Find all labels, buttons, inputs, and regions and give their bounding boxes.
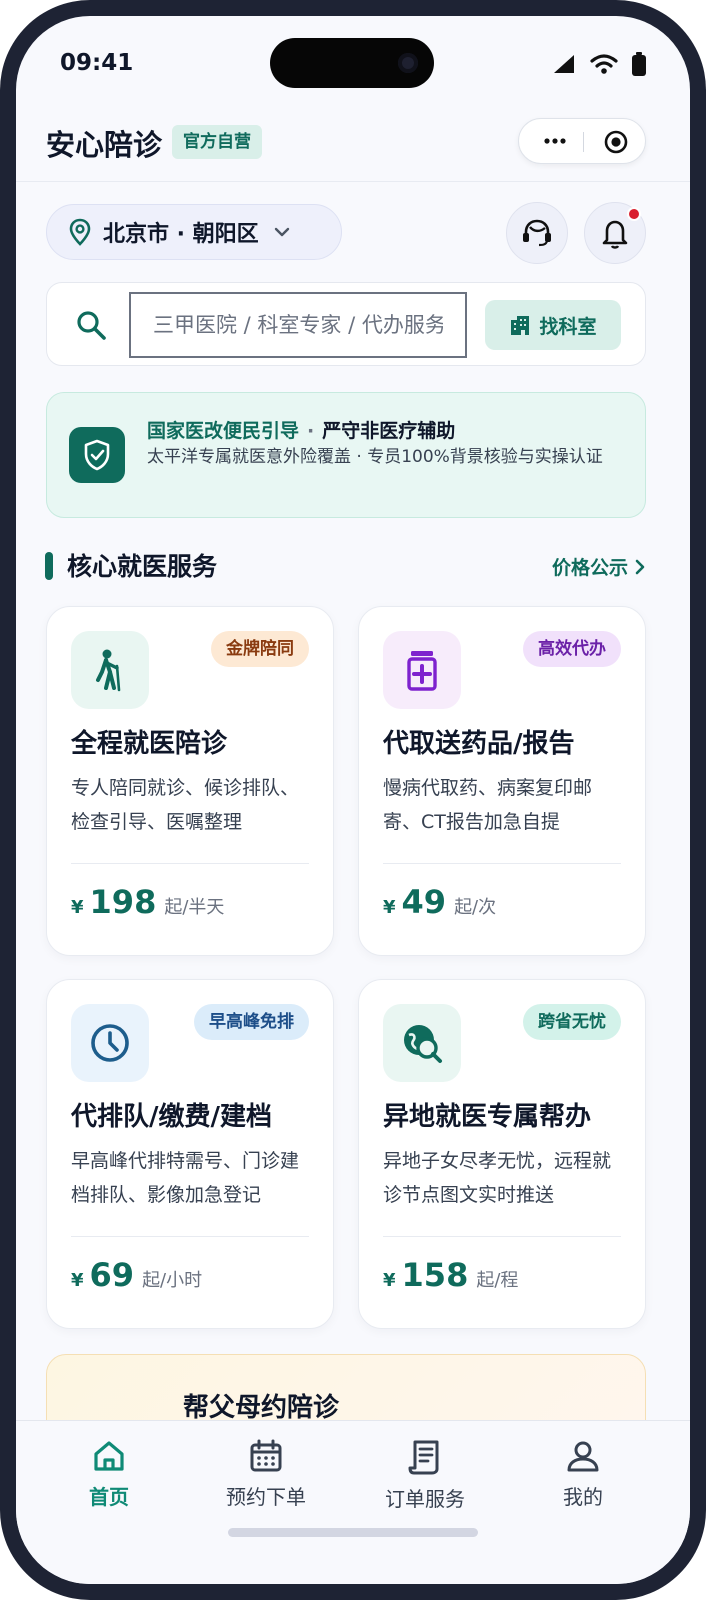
camera-icon: [398, 53, 418, 73]
service-card-queue[interactable]: 早高峰免排 代排队/缴费/建档 早高峰代排特需号、门诊建档排队、影像加急登记 ¥…: [46, 979, 334, 1329]
medicine-bottle-icon: [383, 631, 461, 709]
search-bar: 找科室: [46, 282, 646, 366]
banner-title: 帮父母约陪诊: [183, 1393, 340, 1423]
service-title: 全程就医陪诊: [71, 729, 228, 759]
customer-service-button[interactable]: [506, 202, 568, 264]
phone-frame: 09:41 安心陪诊 官方自营 北京市 · 朝阳区 找科室: [0, 0, 706, 1600]
notice-title: 国家医改便民引导 · 严守非医疗辅助: [147, 416, 455, 443]
calendar-icon: [250, 1439, 282, 1472]
tab-home[interactable]: 首页: [49, 1439, 169, 1510]
trust-notice: 国家医改便民引导 · 严守非医疗辅助 太平洋专属就医意外险覆盖 · 专员100%背景…: [46, 392, 646, 518]
status-icons: [552, 52, 646, 76]
price-unit: 起/半天: [164, 897, 225, 918]
close-mini-program-icon[interactable]: [603, 129, 629, 155]
section-accent-bar: [45, 552, 53, 580]
chevron-right-icon: [635, 559, 645, 574]
notice-title-dark: 严守非医疗辅助: [322, 420, 456, 442]
walking-person-icon: [71, 631, 149, 709]
more-icon[interactable]: [537, 129, 573, 153]
app-header: 安心陪诊 官方自营: [16, 104, 690, 182]
price-amount: 69: [89, 1256, 135, 1294]
price-unit: 起/次: [454, 897, 497, 918]
price-amount: 49: [401, 883, 447, 921]
currency-symbol: ¥: [71, 897, 84, 918]
status-time: 09:41: [60, 50, 134, 76]
notification-dot: [627, 207, 641, 221]
tab-label: 订单服务: [385, 1487, 465, 1511]
receipt-icon: [408, 1440, 439, 1475]
service-tag: 金牌陪同: [211, 631, 309, 667]
location-pin-icon: [69, 218, 91, 246]
service-card-remote[interactable]: 跨省无忧 异地就医专属帮办 异地子女尽孝无忧，远程就诊节点图文实时推送 ¥158…: [358, 979, 646, 1329]
app-screen: 09:41 安心陪诊 官方自营 北京市 · 朝阳区 找科室: [16, 16, 690, 1584]
currency-symbol: ¥: [383, 1270, 396, 1291]
currency-symbol: ¥: [383, 897, 396, 918]
bell-icon: [602, 220, 628, 249]
price-amount: 198: [89, 883, 157, 921]
service-title: 代取送药品/报告: [383, 729, 575, 759]
price-unit: 起/程: [476, 1270, 519, 1291]
service-card-escort[interactable]: 金牌陪同 全程就医陪诊 专人陪同就诊、候诊排队、检查引导、医嘱整理 ¥198 起/…: [46, 606, 334, 956]
service-price: ¥49 起/次: [383, 883, 496, 921]
tab-orders[interactable]: 订单服务: [365, 1439, 485, 1512]
chevron-down-icon: [274, 227, 289, 237]
card-divider: [71, 863, 309, 864]
official-badge: 官方自营: [172, 125, 262, 159]
card-divider: [383, 1236, 621, 1237]
dynamic-island: [270, 38, 434, 88]
price-amount: 158: [401, 1256, 469, 1294]
notice-separator: ·: [307, 420, 315, 442]
service-tag: 高效代办: [523, 631, 621, 667]
service-description: 早高峰代排特需号、门诊建档排队、影像加急登记: [71, 1150, 300, 1206]
service-price: ¥158 起/程: [383, 1256, 518, 1294]
app-title: 安心陪诊: [46, 128, 163, 162]
location-text: 北京市 · 朝阳区: [103, 222, 259, 247]
service-price: ¥69 起/小时: [71, 1256, 202, 1294]
home-icon: [94, 1441, 124, 1471]
find-department-label: 找科室: [539, 315, 597, 338]
bottom-tab-bar: 首页 预约下单 订单服务 我的: [16, 1420, 690, 1584]
section-title: 核心就医服务: [67, 552, 218, 581]
mini-program-capsule: [518, 118, 646, 164]
price-unit: 起/小时: [142, 1270, 203, 1291]
service-title: 异地就医专属帮办: [383, 1102, 592, 1132]
search-icon: [77, 311, 106, 340]
capsule-divider: [583, 132, 584, 152]
tab-label: 首页: [89, 1485, 129, 1509]
home-indicator: [228, 1528, 478, 1537]
price-disclosure-label: 价格公示: [551, 557, 628, 579]
card-divider: [383, 863, 621, 864]
service-price: ¥198 起/半天: [71, 883, 224, 921]
service-title: 代排队/缴费/建档: [71, 1102, 272, 1132]
clock-icon: [71, 1004, 149, 1082]
tab-profile[interactable]: 我的: [523, 1439, 643, 1510]
battery-icon: [632, 52, 646, 76]
globe-search-icon: [383, 1004, 461, 1082]
service-tag: 跨省无忧: [523, 1004, 621, 1040]
card-divider: [71, 1236, 309, 1237]
headset-icon: [523, 219, 551, 247]
shield-check-icon: [69, 427, 125, 483]
notice-title-green: 国家医改便民引导: [147, 420, 300, 442]
service-card-medicine-pickup[interactable]: 高效代办 代取送药品/报告 慢病代取药、病案复印邮寄、CT报告加急自提 ¥49 起…: [358, 606, 646, 956]
tab-label: 预约下单: [226, 1485, 306, 1509]
wifi-icon: [590, 54, 618, 74]
user-icon: [567, 1441, 599, 1472]
location-selector[interactable]: 北京市 · 朝阳区: [46, 204, 342, 260]
currency-symbol: ¥: [71, 1270, 84, 1291]
tab-booking[interactable]: 预约下单: [206, 1439, 326, 1510]
service-description: 慢病代取药、病案复印邮寄、CT报告加急自提: [383, 777, 593, 833]
price-disclosure-link[interactable]: 价格公示: [552, 553, 646, 580]
building-icon: [511, 316, 530, 335]
service-description: 异地子女尽孝无忧，远程就诊节点图文实时推送: [383, 1150, 612, 1206]
signal-icon: [554, 55, 574, 73]
notification-button[interactable]: [584, 202, 646, 264]
notice-description: 太平洋专属就医意外险覆盖 · 专员100%背景核验与实操认证: [147, 447, 603, 467]
service-tag: 早高峰免排: [194, 1004, 309, 1040]
tab-label: 我的: [563, 1485, 603, 1509]
search-input[interactable]: [129, 292, 467, 358]
service-description: 专人陪同就诊、候诊排队、检查引导、医嘱整理: [71, 777, 300, 833]
find-department-button[interactable]: 找科室: [485, 300, 621, 350]
